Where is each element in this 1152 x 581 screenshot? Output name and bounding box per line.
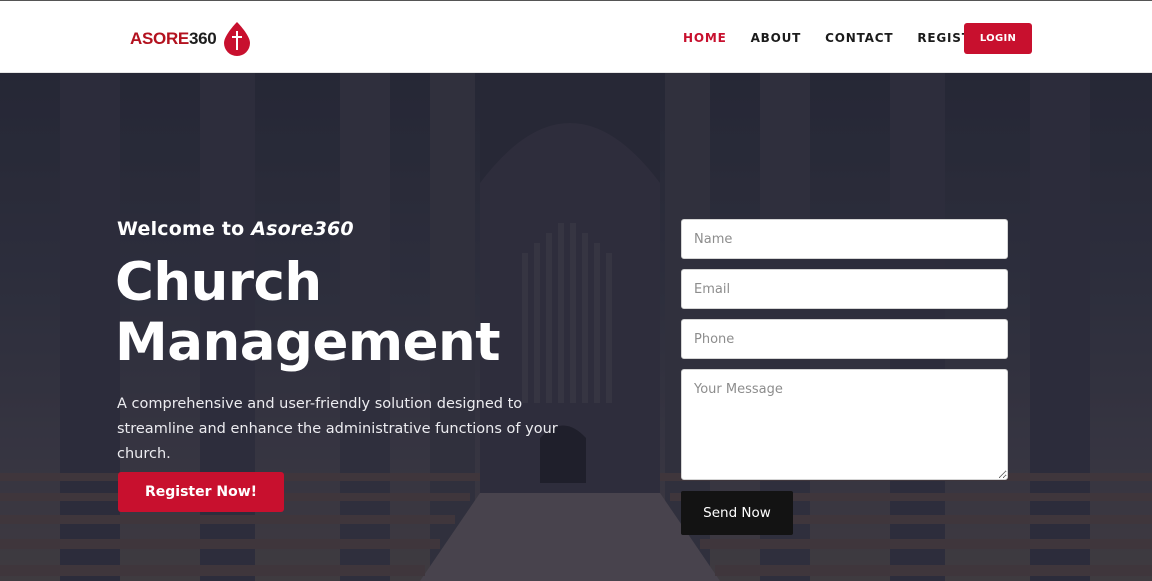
name-input[interactable] <box>681 219 1008 259</box>
send-now-button[interactable]: Send Now <box>681 491 793 535</box>
hero-headline: Church Management <box>115 252 501 373</box>
message-textarea[interactable] <box>681 369 1008 480</box>
email-input[interactable] <box>681 269 1008 309</box>
site-header: ASORE360 HOME ABOUT CONTACT REGISTER LOG… <box>0 1 1152 73</box>
brand-name: ASORE360 <box>130 29 217 48</box>
hero-section: Welcome to Asore360 Church Management A … <box>0 73 1152 581</box>
nav-contact[interactable]: CONTACT <box>825 31 893 45</box>
hero-description: A comprehensive and user-friendly soluti… <box>117 396 558 462</box>
nav-about[interactable]: ABOUT <box>751 31 802 45</box>
contact-form: Send Now <box>681 219 1008 535</box>
register-now-button[interactable]: Register Now! <box>118 472 284 512</box>
login-button[interactable]: LOGIN <box>964 23 1032 54</box>
phone-input[interactable] <box>681 319 1008 359</box>
cross-drop-icon <box>224 22 251 56</box>
nav-home[interactable]: HOME <box>683 31 727 45</box>
brand-logo[interactable]: ASORE360 <box>130 21 252 57</box>
welcome-text: Welcome to Asore360 <box>117 218 354 240</box>
